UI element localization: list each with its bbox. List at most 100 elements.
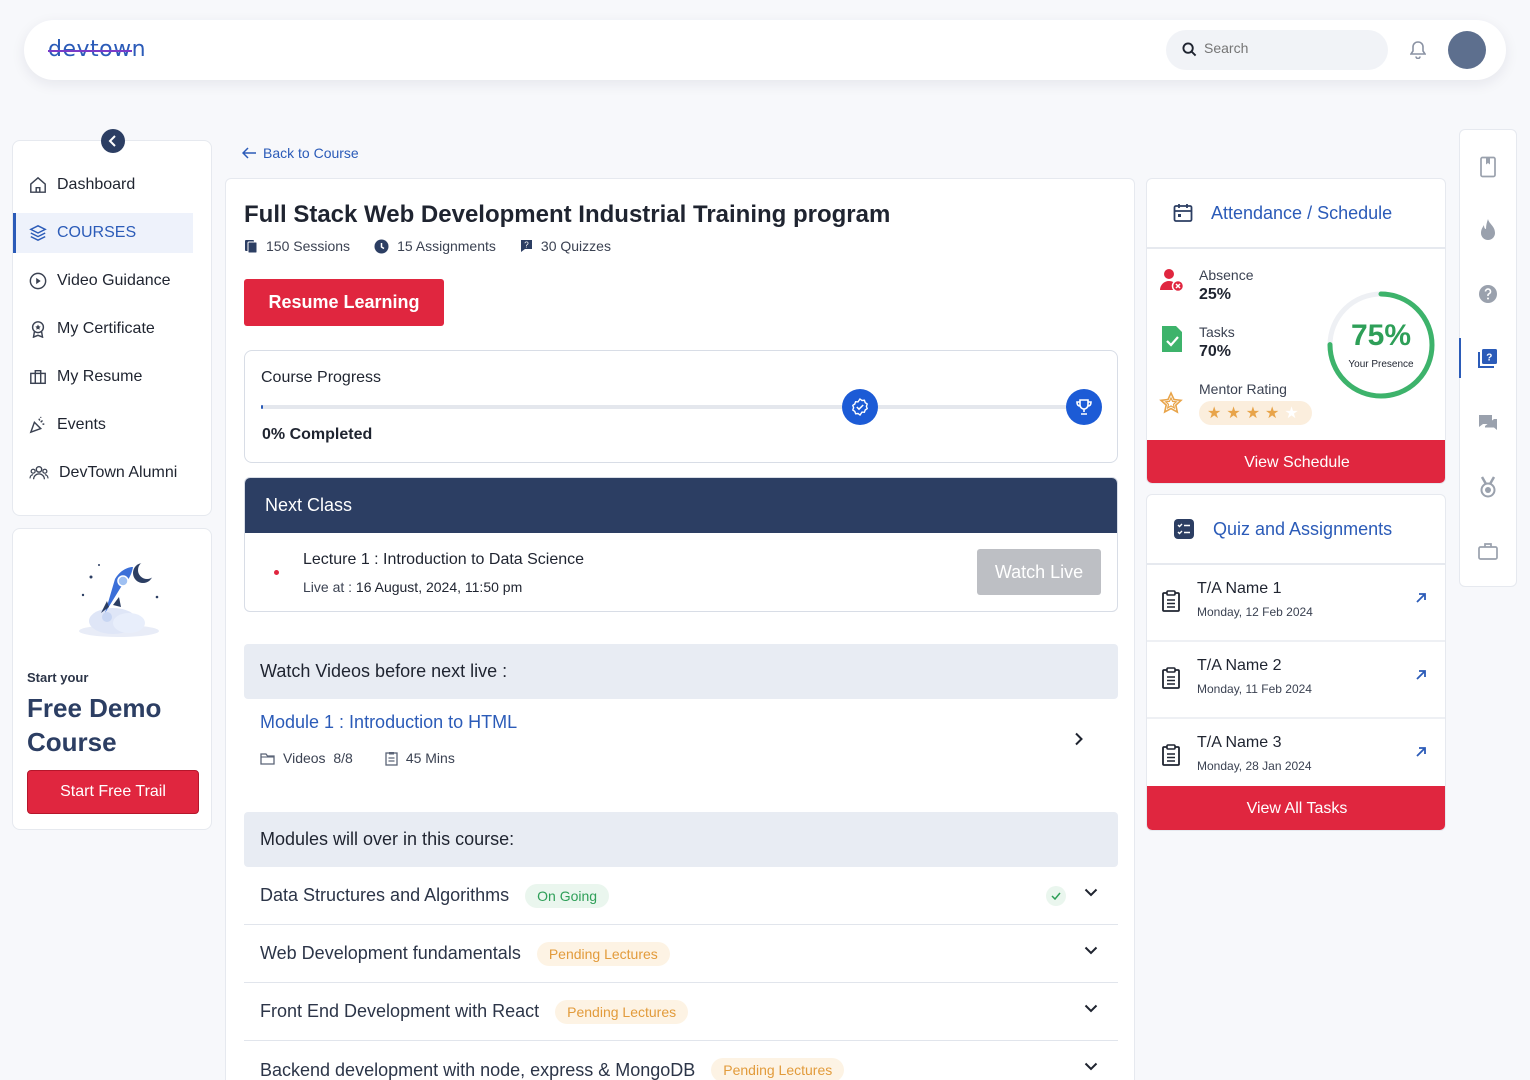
task-row[interactable]: T/A Name 3 Monday, 28 Jan 2024 bbox=[1147, 719, 1445, 796]
task-date: Monday, 28 Jan 2024 bbox=[1197, 759, 1312, 773]
progress-completed-text: 0% Completed bbox=[262, 426, 373, 443]
task-row[interactable]: T/A Name 2 Monday, 11 Feb 2024 bbox=[1147, 642, 1445, 719]
lecture-title: Lecture 1 : Introduction to Data Science bbox=[303, 551, 585, 568]
course-main-panel: Full Stack Web Development Industrial Tr… bbox=[225, 178, 1135, 1080]
star-outline-icon bbox=[1159, 391, 1183, 414]
view-all-tasks-button[interactable]: View All Tasks bbox=[1147, 786, 1445, 830]
rocket-illustration bbox=[79, 561, 159, 637]
star-icon: ★ bbox=[1284, 405, 1299, 422]
task-name: T/A Name 3 bbox=[1197, 734, 1282, 751]
clipboard-icon bbox=[1162, 667, 1180, 689]
attendance-header: Attendance / Schedule bbox=[1147, 179, 1445, 249]
chevron-down-icon[interactable] bbox=[1084, 888, 1098, 897]
modules-header: Modules will over in this course: bbox=[244, 812, 1118, 867]
progress-track bbox=[261, 405, 1083, 409]
module-name: Front End Development with React bbox=[260, 1001, 540, 1021]
module-row[interactable]: Front End Development with React Pending… bbox=[244, 983, 1118, 1041]
search-box[interactable] bbox=[1166, 30, 1388, 70]
briefcase-icon[interactable] bbox=[1478, 542, 1498, 560]
watch-videos-header: Watch Videos before next live : bbox=[244, 644, 1118, 699]
search-input[interactable] bbox=[1204, 40, 1374, 56]
chevron-right-icon[interactable] bbox=[1074, 732, 1083, 746]
user-avatar[interactable] bbox=[1448, 31, 1486, 69]
status-badge: Pending Lectures bbox=[711, 1058, 845, 1080]
quizzes-count: ? 30 Quizzes bbox=[520, 238, 611, 254]
module-row[interactable]: Backend development with node, express &… bbox=[244, 1041, 1118, 1080]
module-row[interactable]: Web Development fundamentals Pending Lec… bbox=[244, 925, 1118, 983]
rail-active-indicator bbox=[1459, 338, 1461, 378]
chevron-down-icon[interactable] bbox=[1084, 1004, 1098, 1013]
sessions-count: 150 Sessions bbox=[244, 238, 350, 254]
star-icon: ★ bbox=[1207, 405, 1222, 422]
bookmark-page-icon[interactable] bbox=[1478, 156, 1498, 178]
sidebar: Dashboard COURSES Video Guidance My Cert… bbox=[12, 129, 212, 516]
presence-ring: 75% Your Presence bbox=[1325, 289, 1437, 401]
live-dot-icon bbox=[274, 570, 279, 575]
free-demo-promo: Start your Free Demo Course Start Free T… bbox=[12, 528, 212, 830]
videos-count: Videos 8/8 bbox=[260, 750, 353, 766]
sidebar-item-courses[interactable]: COURSES bbox=[13, 213, 193, 253]
module-row[interactable]: Data Structures and Algorithms On Going bbox=[244, 867, 1118, 925]
chevron-down-icon[interactable] bbox=[1084, 946, 1098, 955]
files-icon bbox=[245, 239, 258, 253]
module-name: Backend development with node, express &… bbox=[260, 1059, 696, 1080]
chat-icon[interactable] bbox=[1478, 413, 1498, 433]
task-date: Monday, 11 Feb 2024 bbox=[1197, 682, 1312, 696]
module-name: Data Structures and Algorithms bbox=[260, 885, 510, 905]
arrow-up-right-icon[interactable] bbox=[1415, 746, 1427, 758]
arrow-up-right-icon[interactable] bbox=[1415, 669, 1427, 681]
presence-label: Your Presence bbox=[1348, 359, 1414, 370]
arrow-up-right-icon[interactable] bbox=[1415, 592, 1427, 604]
search-icon bbox=[1182, 42, 1197, 57]
quiz-book-icon[interactable]: ? bbox=[1478, 348, 1498, 368]
star-icon: ★ bbox=[1226, 405, 1241, 422]
sidebar-item-dashboard[interactable]: Dashboard bbox=[13, 165, 193, 205]
task-name: T/A Name 1 bbox=[1197, 580, 1282, 597]
clipboard-icon bbox=[1162, 590, 1180, 612]
task-name: T/A Name 2 bbox=[1197, 657, 1282, 674]
chevron-left-icon bbox=[108, 135, 116, 147]
top-bar: devtown bbox=[24, 20, 1506, 80]
status-badge: Pending Lectures bbox=[555, 999, 689, 1024]
progress-fill bbox=[261, 405, 264, 409]
sidebar-item-events[interactable]: Events bbox=[13, 405, 193, 445]
mentor-rating-stat: Mentor Rating ★ ★ ★ ★ ★ bbox=[1159, 381, 1312, 425]
devtown-logo[interactable]: devtown bbox=[48, 37, 146, 62]
arrow-left-icon bbox=[242, 147, 256, 159]
star-icon: ★ bbox=[1245, 405, 1261, 422]
assignments-count: 15 Assignments bbox=[374, 238, 496, 254]
view-schedule-button[interactable]: View Schedule bbox=[1147, 440, 1445, 483]
fire-icon[interactable] bbox=[1478, 218, 1498, 244]
chevron-down-icon[interactable] bbox=[1084, 1062, 1098, 1071]
collapse-sidebar-button[interactable] bbox=[101, 129, 125, 153]
course-progress-label: Course Progress bbox=[261, 369, 382, 386]
resume-learning-button[interactable]: Resume Learning bbox=[244, 279, 444, 326]
milestone-badge-icon[interactable] bbox=[842, 389, 878, 425]
folder-icon bbox=[260, 752, 275, 765]
watch-live-button[interactable]: Watch Live bbox=[977, 549, 1101, 595]
start-free-trial-button[interactable]: Start Free Trail bbox=[27, 770, 199, 814]
medal-icon[interactable] bbox=[1478, 476, 1498, 498]
back-to-course-link[interactable]: Back to Course bbox=[242, 145, 359, 161]
bell-icon[interactable] bbox=[1410, 41, 1426, 59]
sidebar-item-my-certificate[interactable]: My Certificate bbox=[13, 309, 193, 349]
party-icon bbox=[29, 416, 45, 434]
trophy-icon[interactable] bbox=[1066, 389, 1102, 425]
layers-icon bbox=[29, 224, 47, 242]
task-row[interactable]: T/A Name 1 Monday, 12 Feb 2024 bbox=[1147, 565, 1445, 642]
tasks-stat: Tasks 70% bbox=[1159, 324, 1235, 361]
module-link[interactable]: Module 1 : Introduction to HTML bbox=[260, 712, 517, 733]
help-icon[interactable] bbox=[1478, 284, 1498, 304]
group-icon bbox=[29, 465, 49, 480]
sidebar-item-my-resume[interactable]: My Resume bbox=[13, 357, 193, 397]
promo-title: Free Demo Course bbox=[27, 693, 162, 757]
briefcase-icon bbox=[30, 369, 46, 385]
module-name: Web Development fundamentals bbox=[260, 943, 521, 963]
live-time: Live at : 16 August, 2024, 11:50 pm bbox=[303, 579, 523, 595]
quiz-assignments-card: Quiz and Assignments T/A Name 1 Monday, … bbox=[1146, 494, 1446, 831]
sidebar-item-devtown-alumni[interactable]: DevTown Alumni bbox=[13, 453, 193, 493]
clipboard-icon bbox=[1162, 744, 1180, 766]
right-rail: ? bbox=[1459, 129, 1517, 587]
next-class-header: Next Class bbox=[245, 478, 1117, 533]
sidebar-item-video-guidance[interactable]: Video Guidance bbox=[13, 261, 193, 301]
